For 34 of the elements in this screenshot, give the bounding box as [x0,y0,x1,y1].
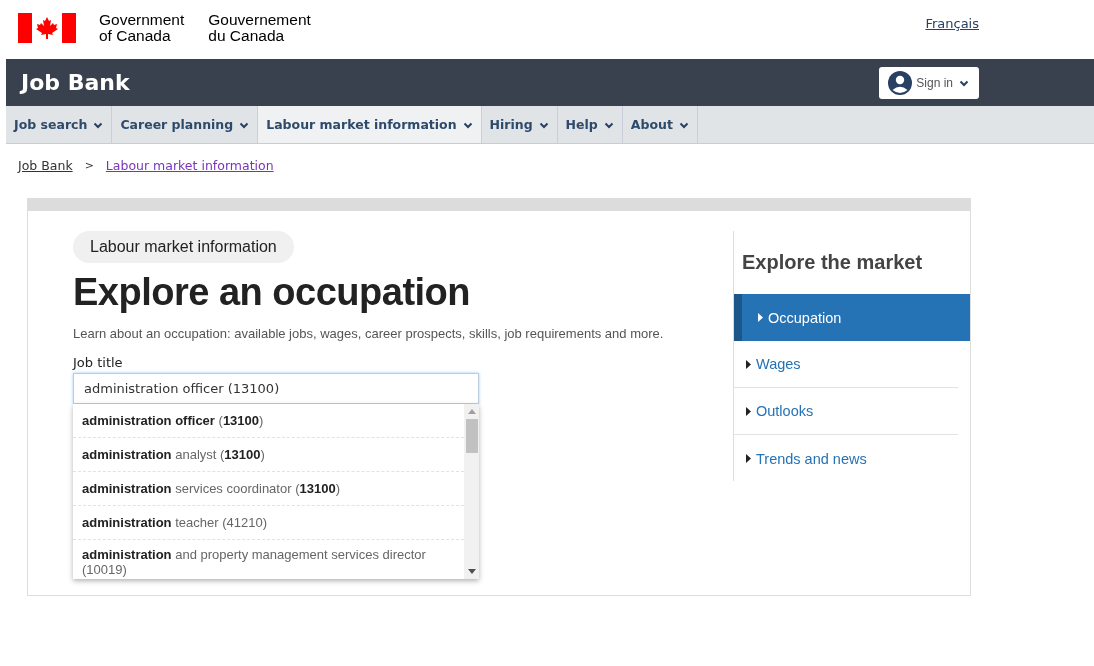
nav-menu-item[interactable]: Labour market information [258,106,482,143]
scroll-up-icon [467,409,476,414]
sidebar-item[interactable]: Wages [734,341,958,388]
scrollbar[interactable] [464,404,479,579]
sidebar-item[interactable]: Outlooks [734,388,958,435]
nav-menu-item[interactable]: Help [557,106,623,143]
breadcrumb-link[interactable]: Job Bank [18,157,73,173]
nav-menu-item[interactable]: Hiring [481,106,558,143]
job-title-field[interactable]: administration officer (13100) [73,373,479,404]
sidebar-title: Explore the market [742,251,924,274]
page-heading: Explore an occupation [73,271,472,314]
caret-right-icon [746,454,751,463]
language-link[interactable]: Français [925,16,979,31]
government-name: Gouvernement du Canada [208,12,311,44]
breadcrumb-separator: > [84,158,94,172]
app-title[interactable]: Job Bank [21,70,130,95]
user-icon [888,70,913,95]
canada-flag-icon [18,13,76,43]
scrollbar-thumb[interactable] [465,419,478,453]
caret-right-icon [746,406,751,416]
scroll-down-icon [467,569,476,574]
nav-menu-item[interactable]: Job search [6,106,113,143]
sidebar-item[interactable]: Trends and news [734,435,958,482]
government-name: Government of Canada [99,12,185,44]
sign-in-button[interactable]: Sign in [879,66,979,99]
suggestion-item[interactable]: administration and property management services director (10019) [73,540,464,579]
intro-text: Learn about an occupation: available jobs, wages, career prospects, skills, job requirements and more. [73,326,665,341]
breadcrumb-link[interactable]: Labour market information [105,157,274,173]
nav-menu-item[interactable]: About [622,106,698,143]
caret-right-icon [746,359,751,369]
field-label: Job title [73,355,124,370]
caret-right-icon [758,313,763,322]
sidebar-item[interactable]: Occupation [734,294,970,341]
section-badge: Labour market information [73,231,294,263]
